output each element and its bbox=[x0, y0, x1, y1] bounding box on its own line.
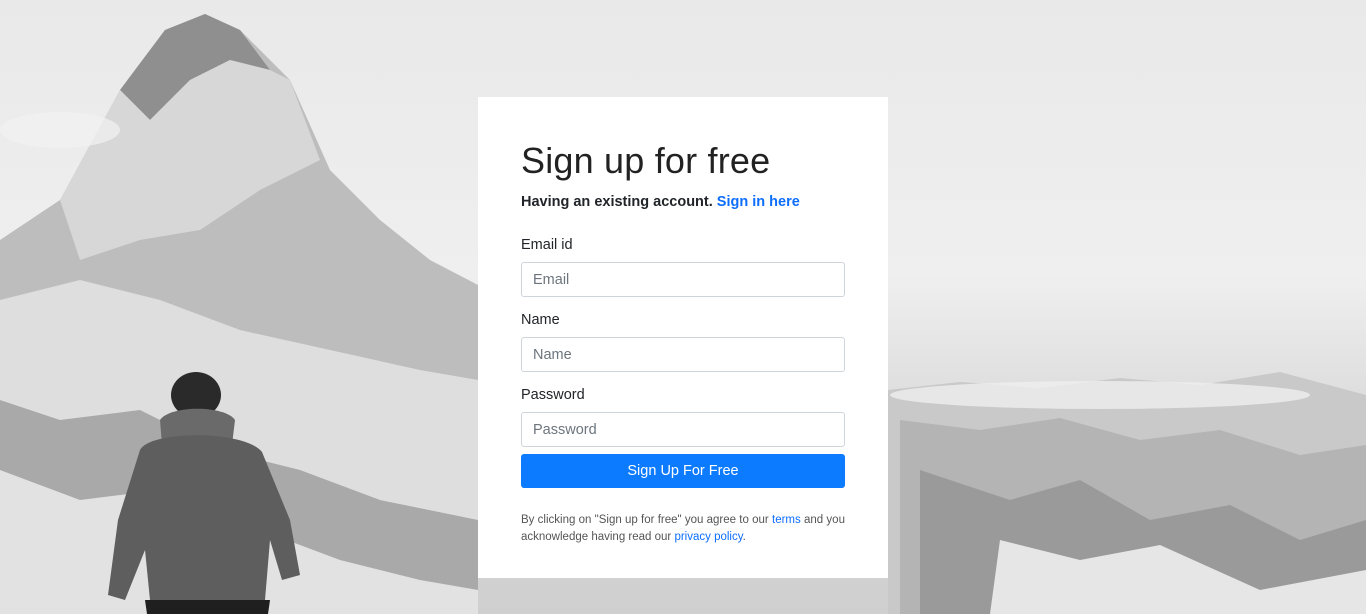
page-title: Sign up for free bbox=[521, 140, 771, 181]
signin-prompt-text: Having an existing account. bbox=[521, 194, 713, 210]
name-label: Name bbox=[521, 312, 560, 328]
terms-link[interactable]: terms bbox=[772, 514, 801, 526]
signup-card: Sign up for free Having an existing acco… bbox=[478, 97, 888, 578]
name-field[interactable] bbox=[521, 337, 845, 372]
signin-prompt: Having an existing account. Sign in here bbox=[521, 194, 845, 210]
password-field[interactable] bbox=[521, 412, 845, 447]
signup-button[interactable]: Sign Up For Free bbox=[521, 454, 845, 488]
signin-link[interactable]: Sign in here bbox=[717, 194, 800, 210]
privacy-policy-link[interactable]: privacy policy bbox=[674, 531, 742, 543]
legal-notice: By clicking on "Sign up for free" you ag… bbox=[521, 512, 845, 546]
legal-text-pre: By clicking on "Sign up for free" you ag… bbox=[521, 514, 769, 526]
email-field[interactable] bbox=[521, 262, 845, 297]
email-label: Email id bbox=[521, 237, 573, 253]
legal-text-post: . bbox=[742, 531, 746, 543]
password-label: Password bbox=[521, 387, 585, 403]
